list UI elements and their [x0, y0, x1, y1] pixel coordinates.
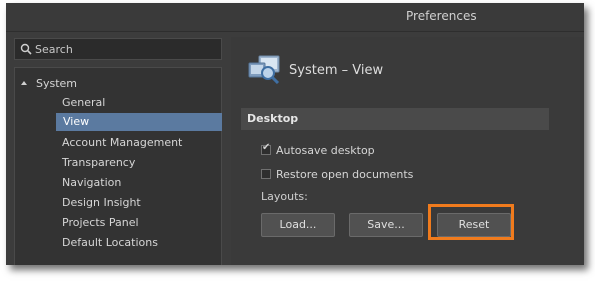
restore-open-documents-checkbox[interactable] — [261, 169, 271, 179]
section-title: Desktop — [247, 112, 299, 125]
settings-panel: System – View Desktop ✔ Autosave desktop… — [231, 37, 584, 265]
tree-node-label: System — [36, 76, 78, 90]
window-title: Preferences — [406, 9, 477, 23]
section-header-desktop: Desktop — [241, 108, 549, 130]
tree-item-account-management[interactable]: Account Management — [55, 134, 221, 152]
layouts-label: Layouts: — [261, 190, 308, 203]
title-bar: Preferences — [6, 3, 584, 32]
checkmark-icon: ✔ — [262, 142, 271, 153]
system-view-icon — [248, 55, 280, 84]
page-title: System – View — [289, 63, 384, 78]
tree-item-view[interactable]: View — [56, 113, 222, 131]
search-icon — [20, 43, 32, 55]
autosave-desktop-checkbox[interactable]: ✔ — [261, 142, 271, 155]
search-placeholder: Search — [35, 43, 73, 56]
tree-item-transparency[interactable]: Transparency — [55, 154, 221, 172]
autosave-desktop-label: Autosave desktop — [276, 143, 375, 157]
tree-item-projects-panel[interactable]: Projects Panel — [55, 214, 221, 232]
restore-open-documents-checkbox-row[interactable]: Restore open documents — [261, 167, 413, 181]
tree-item-default-locations[interactable]: Default Locations — [55, 234, 221, 252]
autosave-desktop-checkbox-row[interactable]: ✔ Autosave desktop — [261, 142, 375, 157]
tree-item-general[interactable]: General — [55, 94, 221, 112]
load-button[interactable]: Load... — [261, 213, 335, 237]
tree-item-navigation[interactable]: Navigation — [55, 174, 221, 192]
restore-open-documents-label: Restore open documents — [276, 167, 414, 181]
tree-node-system[interactable]: System — [21, 74, 77, 92]
preferences-tree: System General View Account Management T… — [14, 67, 222, 265]
search-input[interactable]: Search — [14, 38, 222, 60]
reset-highlight-box — [428, 204, 514, 240]
expand-arrow-icon[interactable] — [21, 81, 27, 85]
tree-item-design-insight[interactable]: Design Insight — [55, 194, 221, 212]
save-button[interactable]: Save... — [349, 213, 423, 237]
